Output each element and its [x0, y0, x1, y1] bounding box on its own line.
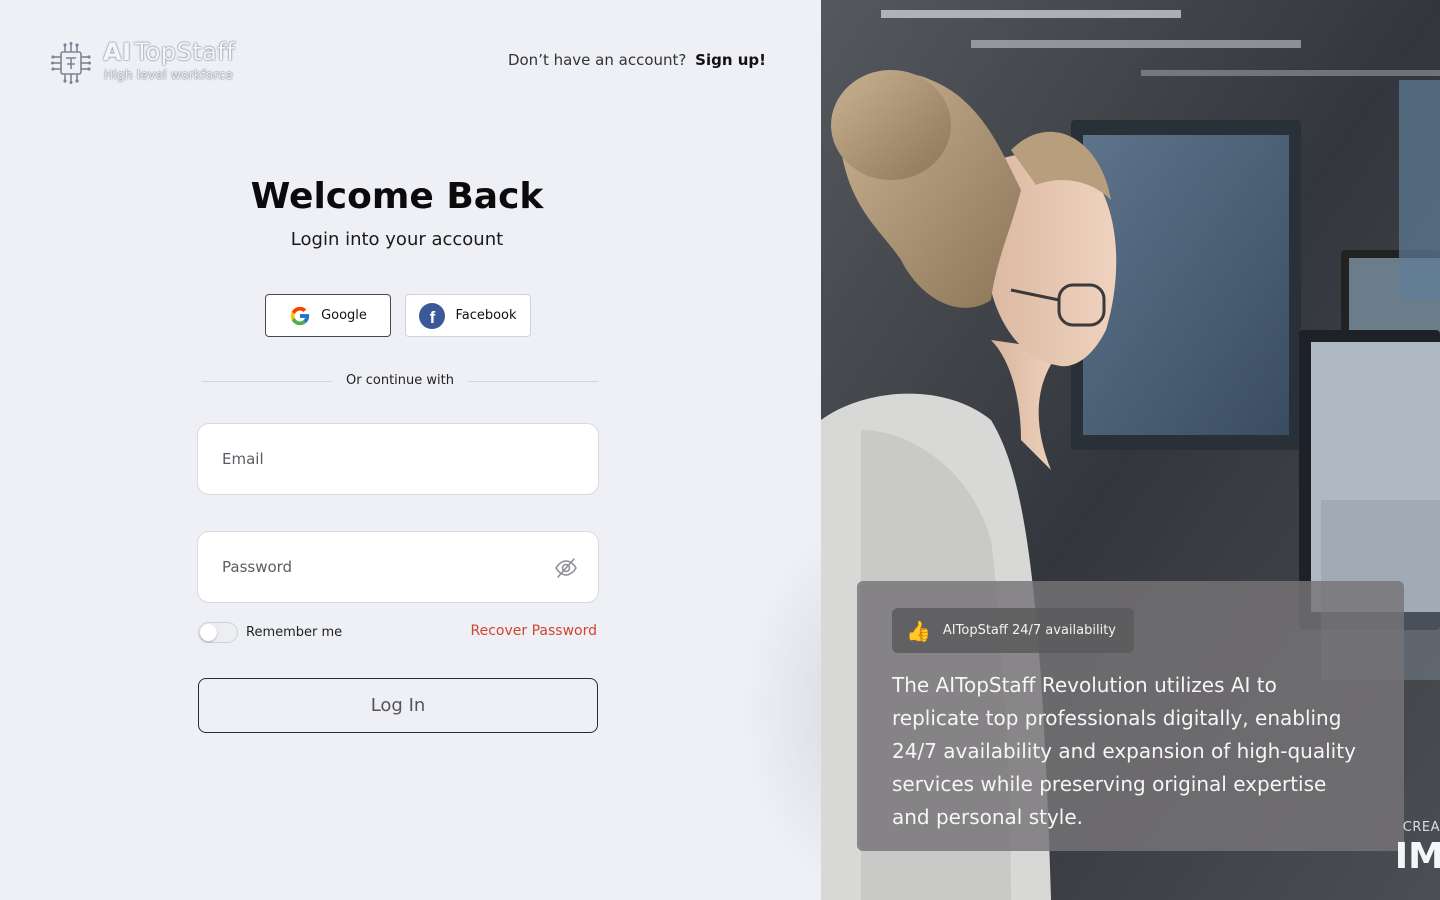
thumbs-up-icon: 👍: [906, 618, 931, 643]
availability-pill: 👍 AITopStaff 24/7 availability: [892, 608, 1134, 653]
hero-image-panel: 👍 AITopStaff 24/7 availability The AITop…: [821, 0, 1440, 900]
watermark-top-text: CREA: [1402, 820, 1440, 835]
divider-line-right: [468, 381, 598, 382]
signup-link[interactable]: Sign up!: [695, 51, 766, 69]
brand-logo[interactable]: AI TopStaff High level workforce: [51, 38, 261, 88]
brand-name: AI TopStaff: [103, 38, 235, 66]
chip-icon: [51, 42, 91, 84]
brand-tagline: High level workforce: [104, 68, 233, 82]
brand-name-rest: TopStaff: [134, 38, 236, 66]
toggle-knob: [200, 624, 217, 641]
email-field-box: [197, 423, 599, 495]
remember-me-row: Remember me: [198, 622, 342, 643]
signup-prompt-text: Don’t have an account?: [507, 51, 687, 69]
brand-name-ai: AI: [103, 38, 132, 66]
google-button-label: Google: [321, 308, 367, 323]
promo-card: 👍 AITopStaff 24/7 availability The AITop…: [857, 581, 1404, 851]
watermark-badge: CREA IM: [1340, 808, 1440, 900]
remember-me-label: Remember me: [246, 625, 343, 640]
remember-me-toggle[interactable]: [198, 622, 238, 643]
page-title: Welcome Back: [250, 176, 544, 217]
page-subtitle: Login into your account: [290, 229, 504, 250]
signup-prompt-row: Don’t have an account? Sign up!: [466, 51, 766, 69]
availability-pill-label: AITopStaff 24/7 availability: [942, 623, 1116, 638]
login-panel: AI TopStaff High level workforce Don’t ha…: [0, 0, 861, 900]
eye-off-icon[interactable]: [554, 556, 578, 580]
facebook-icon: f: [419, 302, 446, 329]
facebook-button-label: Facebook: [455, 308, 517, 323]
google-login-button[interactable]: Google: [265, 294, 391, 337]
password-input[interactable]: [222, 532, 542, 602]
password-field-box: [197, 531, 599, 603]
google-icon: [290, 306, 310, 325]
login-button[interactable]: Log In: [198, 678, 598, 733]
watermark-bottom-text: IM: [1394, 836, 1440, 877]
or-divider: Or continue with: [202, 371, 598, 391]
email-input[interactable]: [222, 424, 542, 494]
recover-password-link[interactable]: Recover Password: [397, 623, 597, 639]
facebook-login-button[interactable]: f Facebook: [405, 294, 531, 337]
promo-description: The AITopStaff Revolution utilizes AI to…: [892, 673, 1356, 829]
